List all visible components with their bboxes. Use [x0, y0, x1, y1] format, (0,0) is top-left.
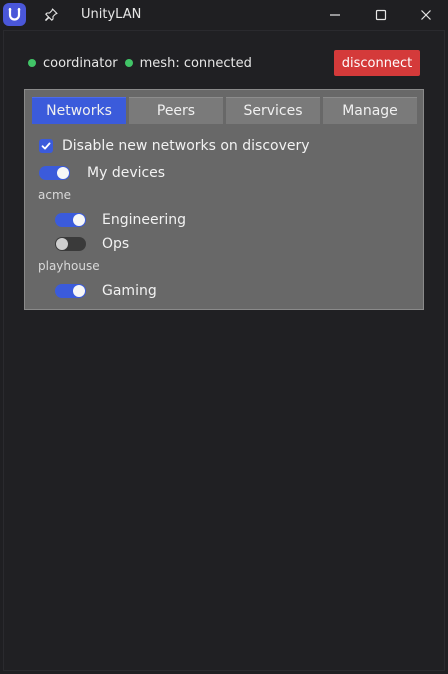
engineering-label: Engineering [102, 212, 186, 228]
status-row: coordinator mesh: connected [28, 54, 259, 72]
my-devices-label: My devices [87, 165, 166, 181]
toggle-knob [56, 238, 68, 250]
window-title: UnityLAN [81, 7, 142, 22]
toggle-knob [57, 167, 69, 179]
network-row-ops: Ops [55, 236, 129, 252]
network-row-engineering: Engineering [55, 212, 186, 228]
ops-toggle[interactable] [55, 237, 86, 251]
pin-icon[interactable] [43, 7, 59, 23]
mesh-status-dot-icon [124, 59, 133, 67]
gaming-toggle[interactable] [55, 284, 86, 298]
app-logo-icon [3, 3, 26, 26]
mesh-status-label: mesh: connected [139, 55, 252, 71]
maximize-icon[interactable] [373, 7, 389, 23]
group-label-playhouse: playhouse [38, 259, 100, 273]
group-label-acme: acme [38, 188, 72, 202]
engineering-toggle[interactable] [55, 213, 86, 227]
toggle-knob [73, 214, 85, 226]
disable-new-networks-row[interactable]: Disable new networks on discovery [39, 138, 310, 154]
title-bar: UnityLAN [0, 0, 448, 30]
tab-manage[interactable]: Manage [323, 97, 417, 124]
tab-networks[interactable]: Networks [32, 97, 126, 124]
tab-bar: Networks Peers Services Manage [32, 97, 417, 124]
disable-new-networks-label: Disable new networks on discovery [62, 138, 310, 154]
my-devices-row: My devices [39, 165, 165, 181]
toggle-knob [73, 285, 85, 297]
coordinator-status-dot-icon [28, 59, 36, 67]
tab-services[interactable]: Services [226, 97, 320, 124]
disconnect-button[interactable]: disconnect [334, 50, 420, 76]
coordinator-status-label: coordinator [43, 55, 118, 71]
close-icon[interactable] [418, 7, 434, 23]
network-row-gaming: Gaming [55, 283, 157, 299]
disable-new-networks-checkbox[interactable] [39, 139, 53, 153]
minimize-icon[interactable] [327, 7, 343, 23]
gaming-label: Gaming [102, 283, 157, 299]
networks-panel: Networks Peers Services Manage Disable n… [24, 89, 424, 310]
ops-label: Ops [102, 236, 130, 252]
tab-peers[interactable]: Peers [129, 97, 223, 124]
my-devices-toggle[interactable] [39, 166, 70, 180]
